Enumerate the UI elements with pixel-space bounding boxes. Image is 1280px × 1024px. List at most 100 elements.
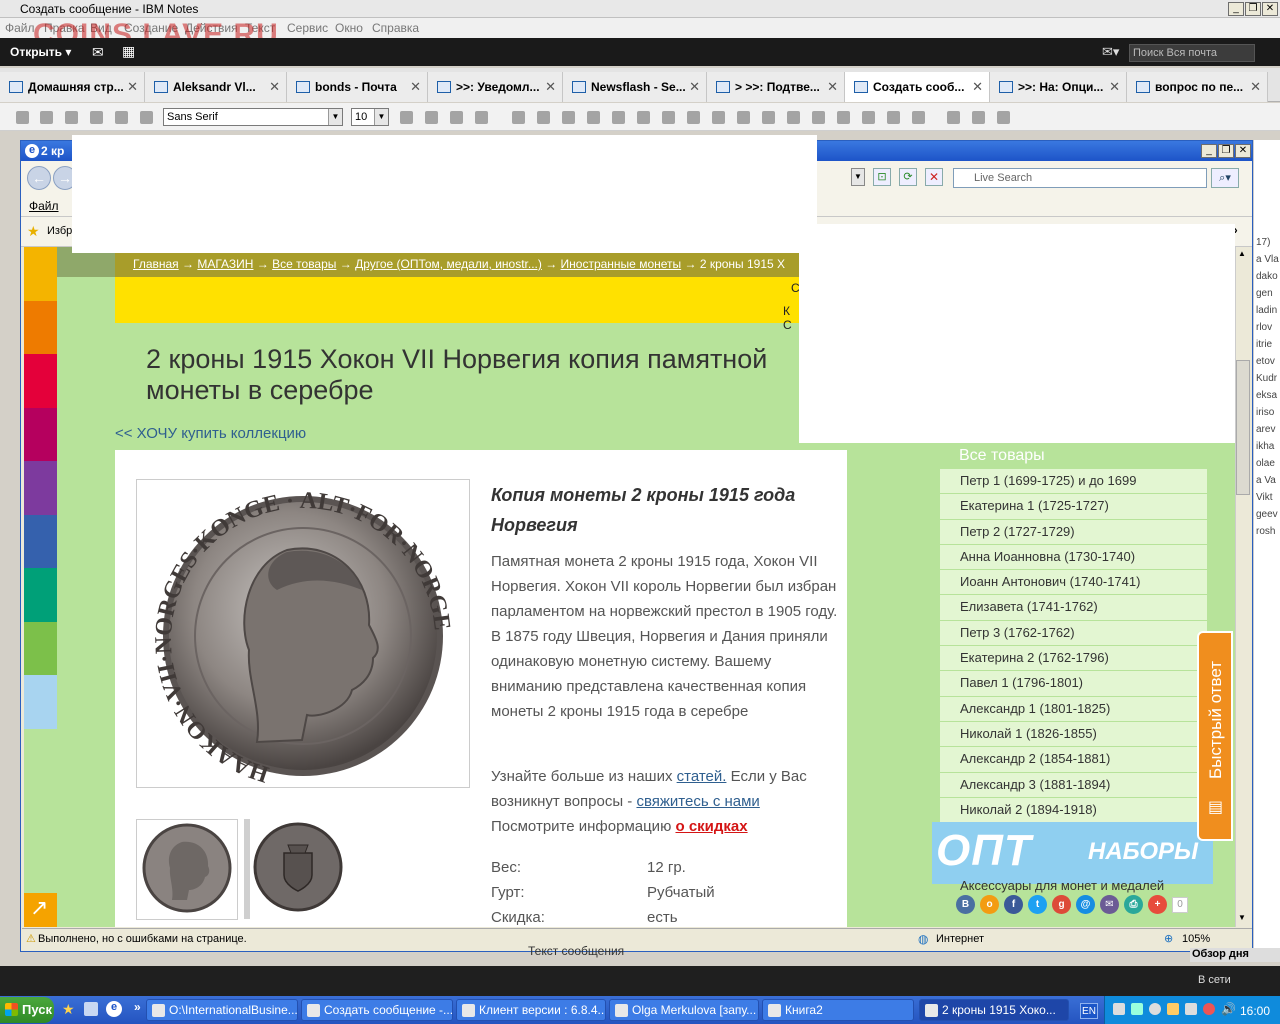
- sidebar-item[interactable]: Александр 1 (1801-1825): [940, 696, 1207, 722]
- online-status[interactable]: В сети: [1198, 974, 1231, 986]
- taskbar-button[interactable]: 2 кроны 1915 Хоко...: [919, 999, 1069, 1021]
- twitter-icon[interactable]: t: [1028, 895, 1047, 914]
- format-tool-icon[interactable]: [140, 111, 153, 124]
- breadcrumb-link[interactable]: Иностранные монеты: [561, 257, 682, 271]
- maximize-button[interactable]: ❐: [1245, 2, 1261, 16]
- tray-icon[interactable]: [1167, 1003, 1179, 1015]
- scroll-up-icon[interactable]: ▲: [1238, 249, 1246, 258]
- sidebar-item[interactable]: Петр 3 (1762-1762): [940, 620, 1207, 647]
- print-icon[interactable]: ⎙: [1124, 895, 1143, 914]
- format-tool-icon[interactable]: [972, 111, 985, 124]
- sidebar-item[interactable]: Екатерина 2 (1762-1796): [940, 646, 1207, 672]
- tab-close-icon[interactable]: ✕: [127, 79, 138, 95]
- contact-name[interactable]: geev: [1254, 509, 1280, 526]
- format-tool-icon[interactable]: [115, 111, 128, 124]
- format-tool-icon[interactable]: [812, 111, 825, 124]
- zoom-level[interactable]: 105%: [1182, 933, 1210, 945]
- tab-8[interactable]: >>: На: Опци... ✕: [990, 72, 1127, 102]
- menu-item[interactable]: Файл: [5, 21, 35, 35]
- format-tool-icon[interactable]: [40, 111, 53, 124]
- format-tool-icon[interactable]: [712, 111, 725, 124]
- font-select[interactable]: Sans Serif ▼: [163, 108, 343, 126]
- search-input[interactable]: Поиск Вся почта: [1129, 44, 1255, 62]
- format-tool-icon[interactable]: [837, 111, 850, 124]
- tab-4[interactable]: >>: Уведомл... ✕: [428, 72, 563, 102]
- contact-name[interactable]: olae: [1254, 458, 1280, 475]
- format-tool-icon[interactable]: [512, 111, 525, 124]
- open-button[interactable]: Открыть ▾: [10, 45, 71, 59]
- breadcrumb-link[interactable]: МАГАЗИН: [197, 257, 253, 271]
- sidebar-item[interactable]: Николай 2 (1894-1918): [940, 797, 1207, 824]
- minimize-button[interactable]: _: [1228, 2, 1244, 16]
- tab-6[interactable]: > >>: Подтве... ✕: [707, 72, 845, 102]
- contact-name[interactable]: Vikt: [1254, 492, 1280, 509]
- format-tool-icon[interactable]: [887, 111, 900, 124]
- font-size-select[interactable]: 10 ▼: [351, 108, 389, 126]
- address-dropdown-icon[interactable]: ▼: [851, 168, 865, 186]
- format-tool-icon[interactable]: [737, 111, 750, 124]
- contact-name[interactable]: eksa: [1254, 390, 1280, 407]
- contact-name[interactable]: dako: [1254, 271, 1280, 288]
- refresh-icon[interactable]: ⟳: [899, 168, 917, 186]
- quick-reply-button[interactable]: Быстрый ответ ▤: [1197, 631, 1233, 841]
- taskbar-button[interactable]: O:\InternationalBusine...: [146, 999, 298, 1021]
- contact-name[interactable]: ladin: [1254, 305, 1280, 322]
- google-plus-icon[interactable]: g: [1052, 895, 1071, 914]
- contact-name[interactable]: a Va: [1254, 475, 1280, 492]
- live-search-input[interactable]: Live Search: [953, 168, 1207, 188]
- network-icon[interactable]: [1185, 1003, 1197, 1015]
- more-share-icon[interactable]: +: [1148, 895, 1167, 914]
- format-tool-icon[interactable]: [475, 111, 488, 124]
- file-menu[interactable]: Файл: [29, 199, 59, 213]
- format-tool-icon[interactable]: [787, 111, 800, 124]
- tab-close-icon[interactable]: ✕: [827, 79, 838, 95]
- contact-name[interactable]: etov: [1254, 356, 1280, 373]
- sidebar-item[interactable]: Александр 3 (1881-1894): [940, 772, 1207, 798]
- contact-name[interactable]: rosh: [1254, 526, 1280, 543]
- scrollbar-thumb[interactable]: [1236, 360, 1250, 495]
- tray-icon[interactable]: [1131, 1003, 1143, 1015]
- browser-maximize-button[interactable]: ❐: [1218, 144, 1234, 158]
- format-tool-icon[interactable]: [687, 111, 700, 124]
- email-icon[interactable]: ✉: [1100, 895, 1119, 914]
- tray-icon[interactable]: [1113, 1003, 1125, 1015]
- format-tool-icon[interactable]: [912, 111, 925, 124]
- contact-name[interactable]: gen: [1254, 288, 1280, 305]
- browser-close-button[interactable]: ✕: [1235, 144, 1251, 158]
- breadcrumb-link[interactable]: Все товары: [272, 257, 336, 271]
- menu-item[interactable]: Справка: [372, 21, 419, 35]
- scroll-up-arrow-icon[interactable]: ↗: [24, 893, 57, 927]
- zoom-icon[interactable]: ⊕: [1164, 932, 1173, 945]
- opt-banner[interactable]: ОПТ НАБОРЫ: [932, 822, 1213, 884]
- compat-icon[interactable]: ⊡: [873, 168, 891, 186]
- sidebar-item[interactable]: Екатерина 1 (1725-1727): [940, 494, 1207, 520]
- tab-close-icon[interactable]: ✕: [689, 79, 700, 95]
- tab-close-icon[interactable]: ✕: [1250, 79, 1261, 95]
- contact-name[interactable]: rlov: [1254, 322, 1280, 339]
- format-tool-icon[interactable]: [947, 111, 960, 124]
- tab-2[interactable]: Aleksandr Vl... ✕: [145, 72, 287, 102]
- format-tool-icon[interactable]: [90, 111, 103, 124]
- close-button[interactable]: ✕: [1262, 2, 1278, 16]
- contact-name[interactable]: Kudr: [1254, 373, 1280, 390]
- format-tool-icon[interactable]: [16, 111, 29, 124]
- accessories-link[interactable]: Аксессуары для монет и медалей: [960, 878, 1164, 893]
- sidebar-item[interactable]: Петр 1 (1699-1725) и до 1699: [940, 469, 1207, 495]
- tray-icon[interactable]: [1149, 1003, 1161, 1015]
- tab-close-icon[interactable]: ✕: [1109, 79, 1120, 95]
- back-icon[interactable]: ←: [27, 166, 51, 190]
- format-tool-icon[interactable]: [562, 111, 575, 124]
- tab-3[interactable]: bonds - Почта ✕: [287, 72, 428, 102]
- menu-item[interactable]: Сервис: [287, 21, 328, 35]
- menu-item[interactable]: Окно: [335, 21, 363, 35]
- breadcrumb-link[interactable]: Главная: [133, 257, 179, 271]
- mail-scope-icon[interactable]: ✉▾: [1102, 44, 1119, 60]
- tab-9[interactable]: вопрос по пе... ✕: [1127, 72, 1268, 102]
- contact-name[interactable]: iriso: [1254, 407, 1280, 424]
- discounts-link[interactable]: о скидках: [675, 818, 747, 835]
- format-tool-icon[interactable]: [587, 111, 600, 124]
- format-tool-icon[interactable]: [612, 111, 625, 124]
- contact-name[interactable]: 17): [1254, 237, 1280, 254]
- format-tool-icon[interactable]: [862, 111, 875, 124]
- sidebar-item[interactable]: Николай 1 (1826-1855): [940, 721, 1207, 748]
